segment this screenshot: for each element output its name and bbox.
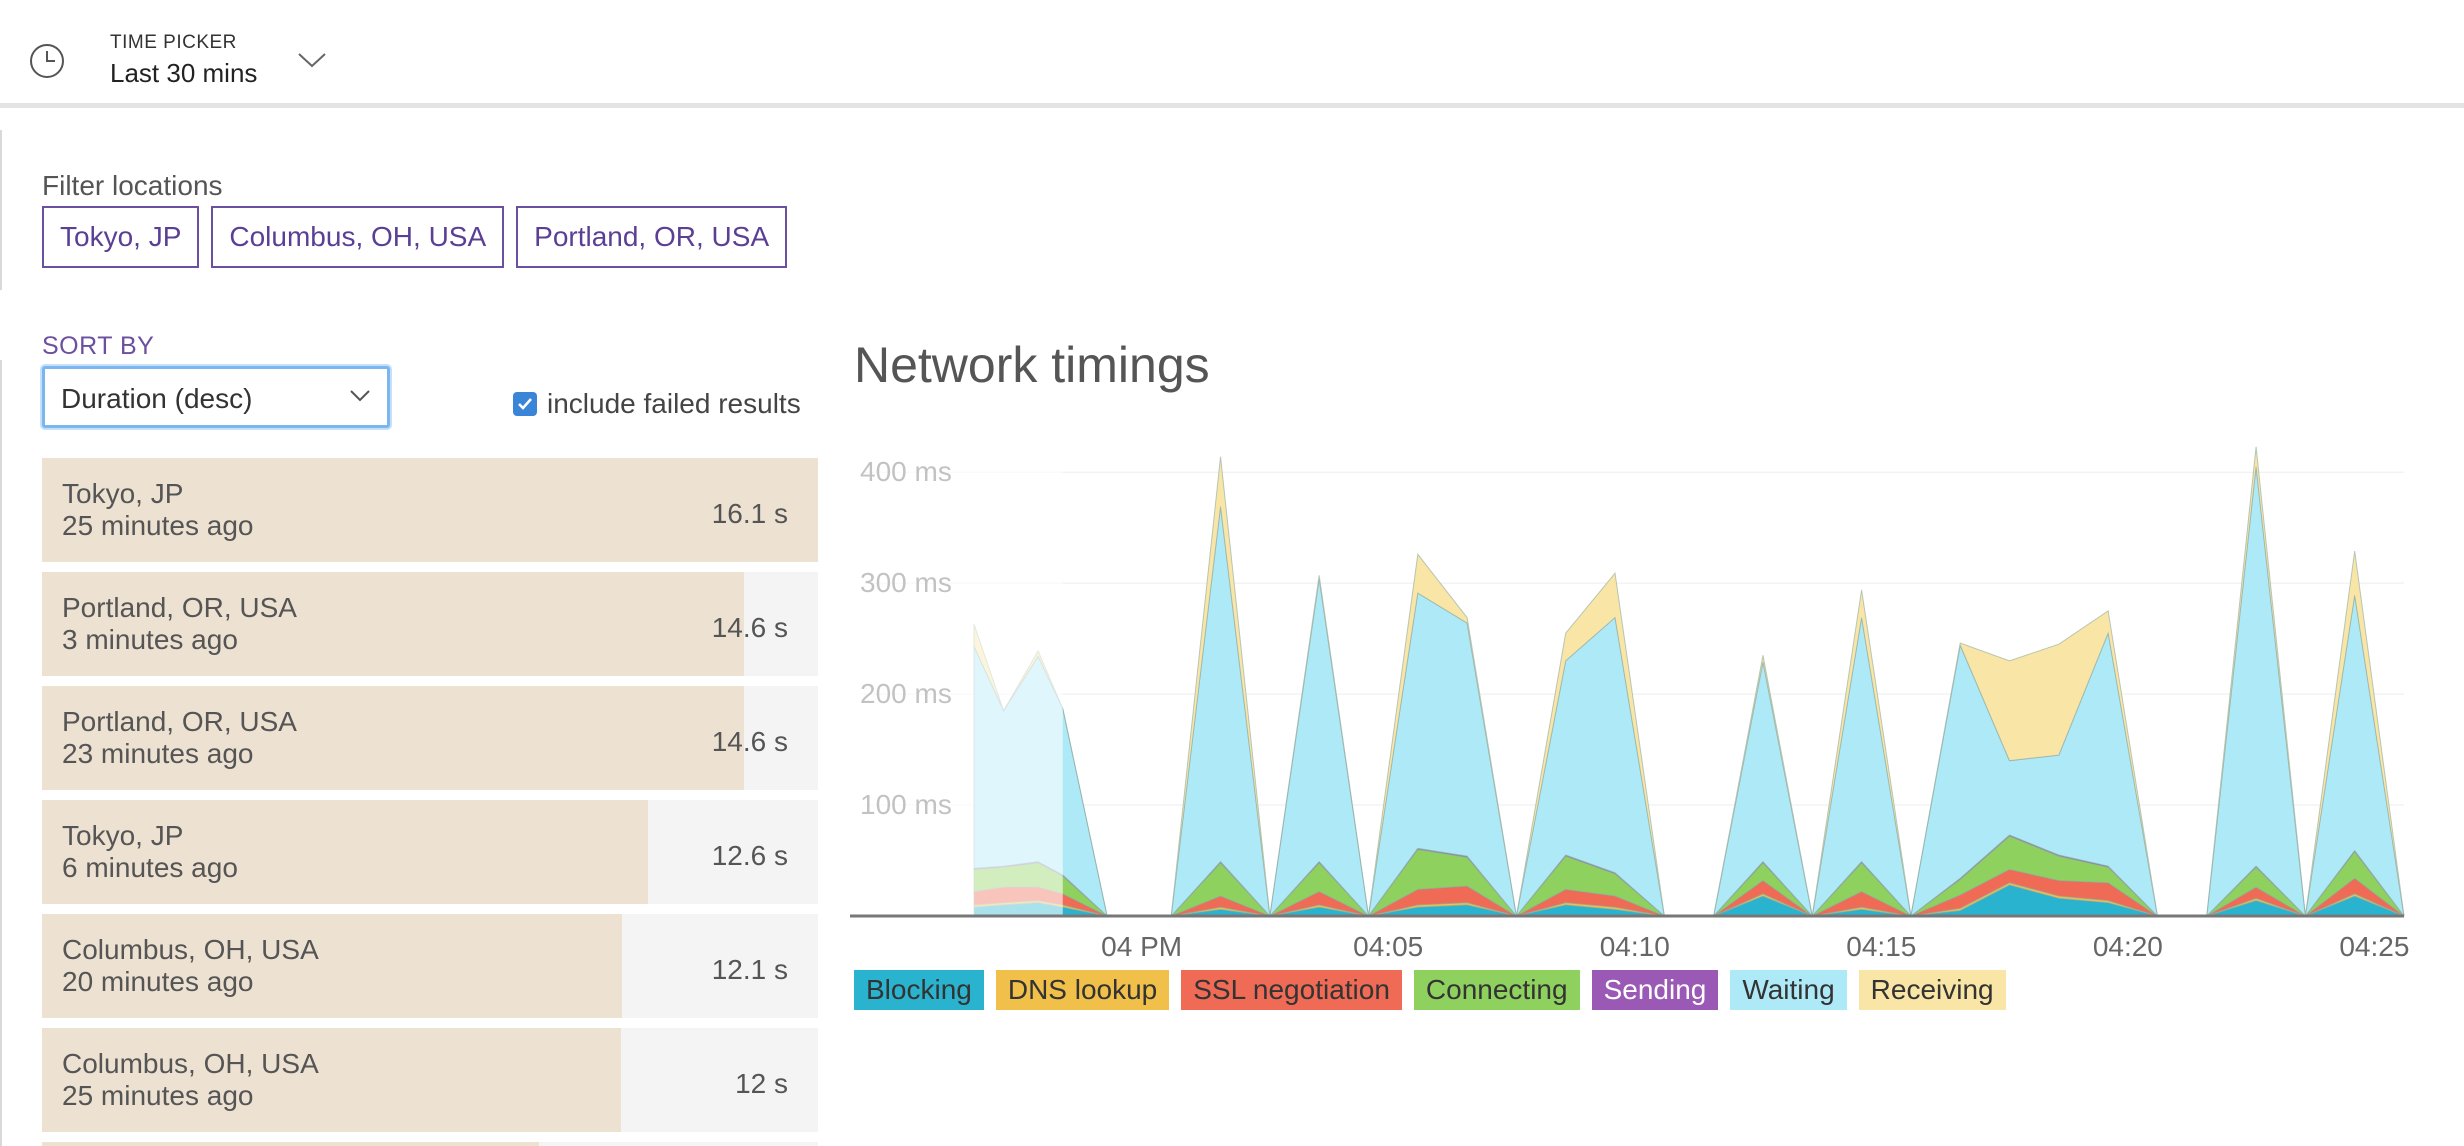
result-location: Tokyo, JP: [62, 820, 184, 851]
result-time-ago: 6 minutes ago: [62, 852, 238, 883]
legend-receiving[interactable]: Receiving: [1858, 970, 2006, 1010]
result-row[interactable]: Tokyo, JP 25 minutes ago 16.1 s: [42, 458, 818, 562]
x-tick-label: 04:15: [1846, 931, 1916, 960]
chevron-down-icon[interactable]: [296, 50, 328, 70]
result-row[interactable]: Tokyo, JP 6 minutes ago 12.6 s: [42, 800, 818, 904]
location-filter-chips: Tokyo, JP Columbus, OH, USA Portland, OR…: [42, 206, 788, 268]
result-row[interactable]: Columbus, OH, USA 20 minutes ago 12.1 s: [42, 914, 818, 1018]
result-row[interactable]: Portland, OR, USA 3 minutes ago 14.6 s: [42, 572, 818, 676]
filter-chip-columbus[interactable]: Columbus, OH, USA: [211, 206, 505, 268]
result-duration: 14.6 s: [711, 726, 788, 757]
x-tick-label: 04:05: [1353, 931, 1423, 960]
include-failed-label: include failed results: [547, 388, 801, 419]
legend-blocking[interactable]: Blocking: [854, 970, 984, 1010]
result-time-ago: 23 minutes ago: [62, 738, 254, 769]
result-location: Columbus, OH, USA: [62, 1048, 319, 1079]
clock-icon: [30, 44, 64, 78]
filter-chip-tokyo[interactable]: Tokyo, JP: [42, 206, 200, 268]
sort-select[interactable]: Duration (desc): [42, 366, 390, 428]
result-location: Columbus, OH, USA: [62, 934, 319, 965]
time-picker-value[interactable]: Last 30 mins: [110, 58, 257, 89]
x-tick-label: 04:10: [1600, 931, 1670, 960]
legend-dns-lookup[interactable]: DNS lookup: [995, 970, 1170, 1010]
result-row-partial[interactable]: [42, 1142, 818, 1146]
include-failed-toggle[interactable]: include failed results: [513, 388, 801, 420]
legend-waiting[interactable]: Waiting: [1730, 970, 1847, 1010]
filter-locations-label: Filter locations: [42, 170, 223, 201]
result-duration: 16.1 s: [711, 498, 788, 529]
result-time-ago: 20 minutes ago: [62, 966, 254, 997]
result-row[interactable]: Portland, OR, USA 23 minutes ago 14.6 s: [42, 686, 818, 790]
divider: [0, 360, 2, 1146]
fade-overlay: [850, 450, 1063, 916]
filter-chip-portland[interactable]: Portland, OR, USA: [516, 206, 788, 268]
result-location: Tokyo, JP: [62, 478, 184, 509]
result-time-ago: 25 minutes ago: [62, 1080, 254, 1111]
x-tick-label: 04:20: [2093, 931, 2163, 960]
x-tick-label: 04:25: [2339, 931, 2409, 960]
result-time-ago: 25 minutes ago: [62, 510, 254, 541]
x-tick-label: 04 PM: [1101, 931, 1182, 960]
result-location: Portland, OR, USA: [62, 592, 297, 623]
results-list: Tokyo, JP 25 minutes ago 16.1 s Portland…: [42, 458, 818, 1146]
chart-legend: Blocking DNS lookup SSL negotiation Conn…: [854, 970, 2006, 1010]
chart-title: Network timings: [854, 337, 1210, 393]
network-timings-chart: 100 ms200 ms300 ms400 ms04 PM04:0504:100…: [850, 446, 2409, 960]
result-location: Portland, OR, USA: [62, 706, 297, 737]
result-duration: 12.6 s: [711, 840, 788, 871]
duration-bar: [42, 1142, 539, 1146]
time-picker-label: TIME PICKER: [110, 32, 237, 53]
chevron-down-icon: [350, 390, 370, 402]
include-failed-checkbox[interactable]: [513, 392, 537, 416]
legend-sending[interactable]: Sending: [1591, 970, 1719, 1010]
result-row[interactable]: Columbus, OH, USA 25 minutes ago 12 s: [42, 1028, 818, 1132]
sort-by-label: SORT BY: [42, 332, 155, 360]
result-duration: 14.6 s: [711, 612, 788, 643]
result-duration: 12 s: [735, 1068, 788, 1099]
divider: [0, 130, 2, 290]
sort-select-value: Duration (desc): [61, 383, 253, 414]
legend-connecting[interactable]: Connecting: [1413, 970, 1580, 1010]
result-time-ago: 3 minutes ago: [62, 624, 238, 655]
series-area-waiting: [973, 466, 2405, 917]
legend-ssl-negotiation[interactable]: SSL negotiation: [1181, 970, 1402, 1010]
checkmark-icon: [518, 398, 532, 410]
top-bar: TIME PICKER Last 30 mins: [0, 0, 2464, 108]
result-duration: 12.1 s: [711, 954, 788, 985]
